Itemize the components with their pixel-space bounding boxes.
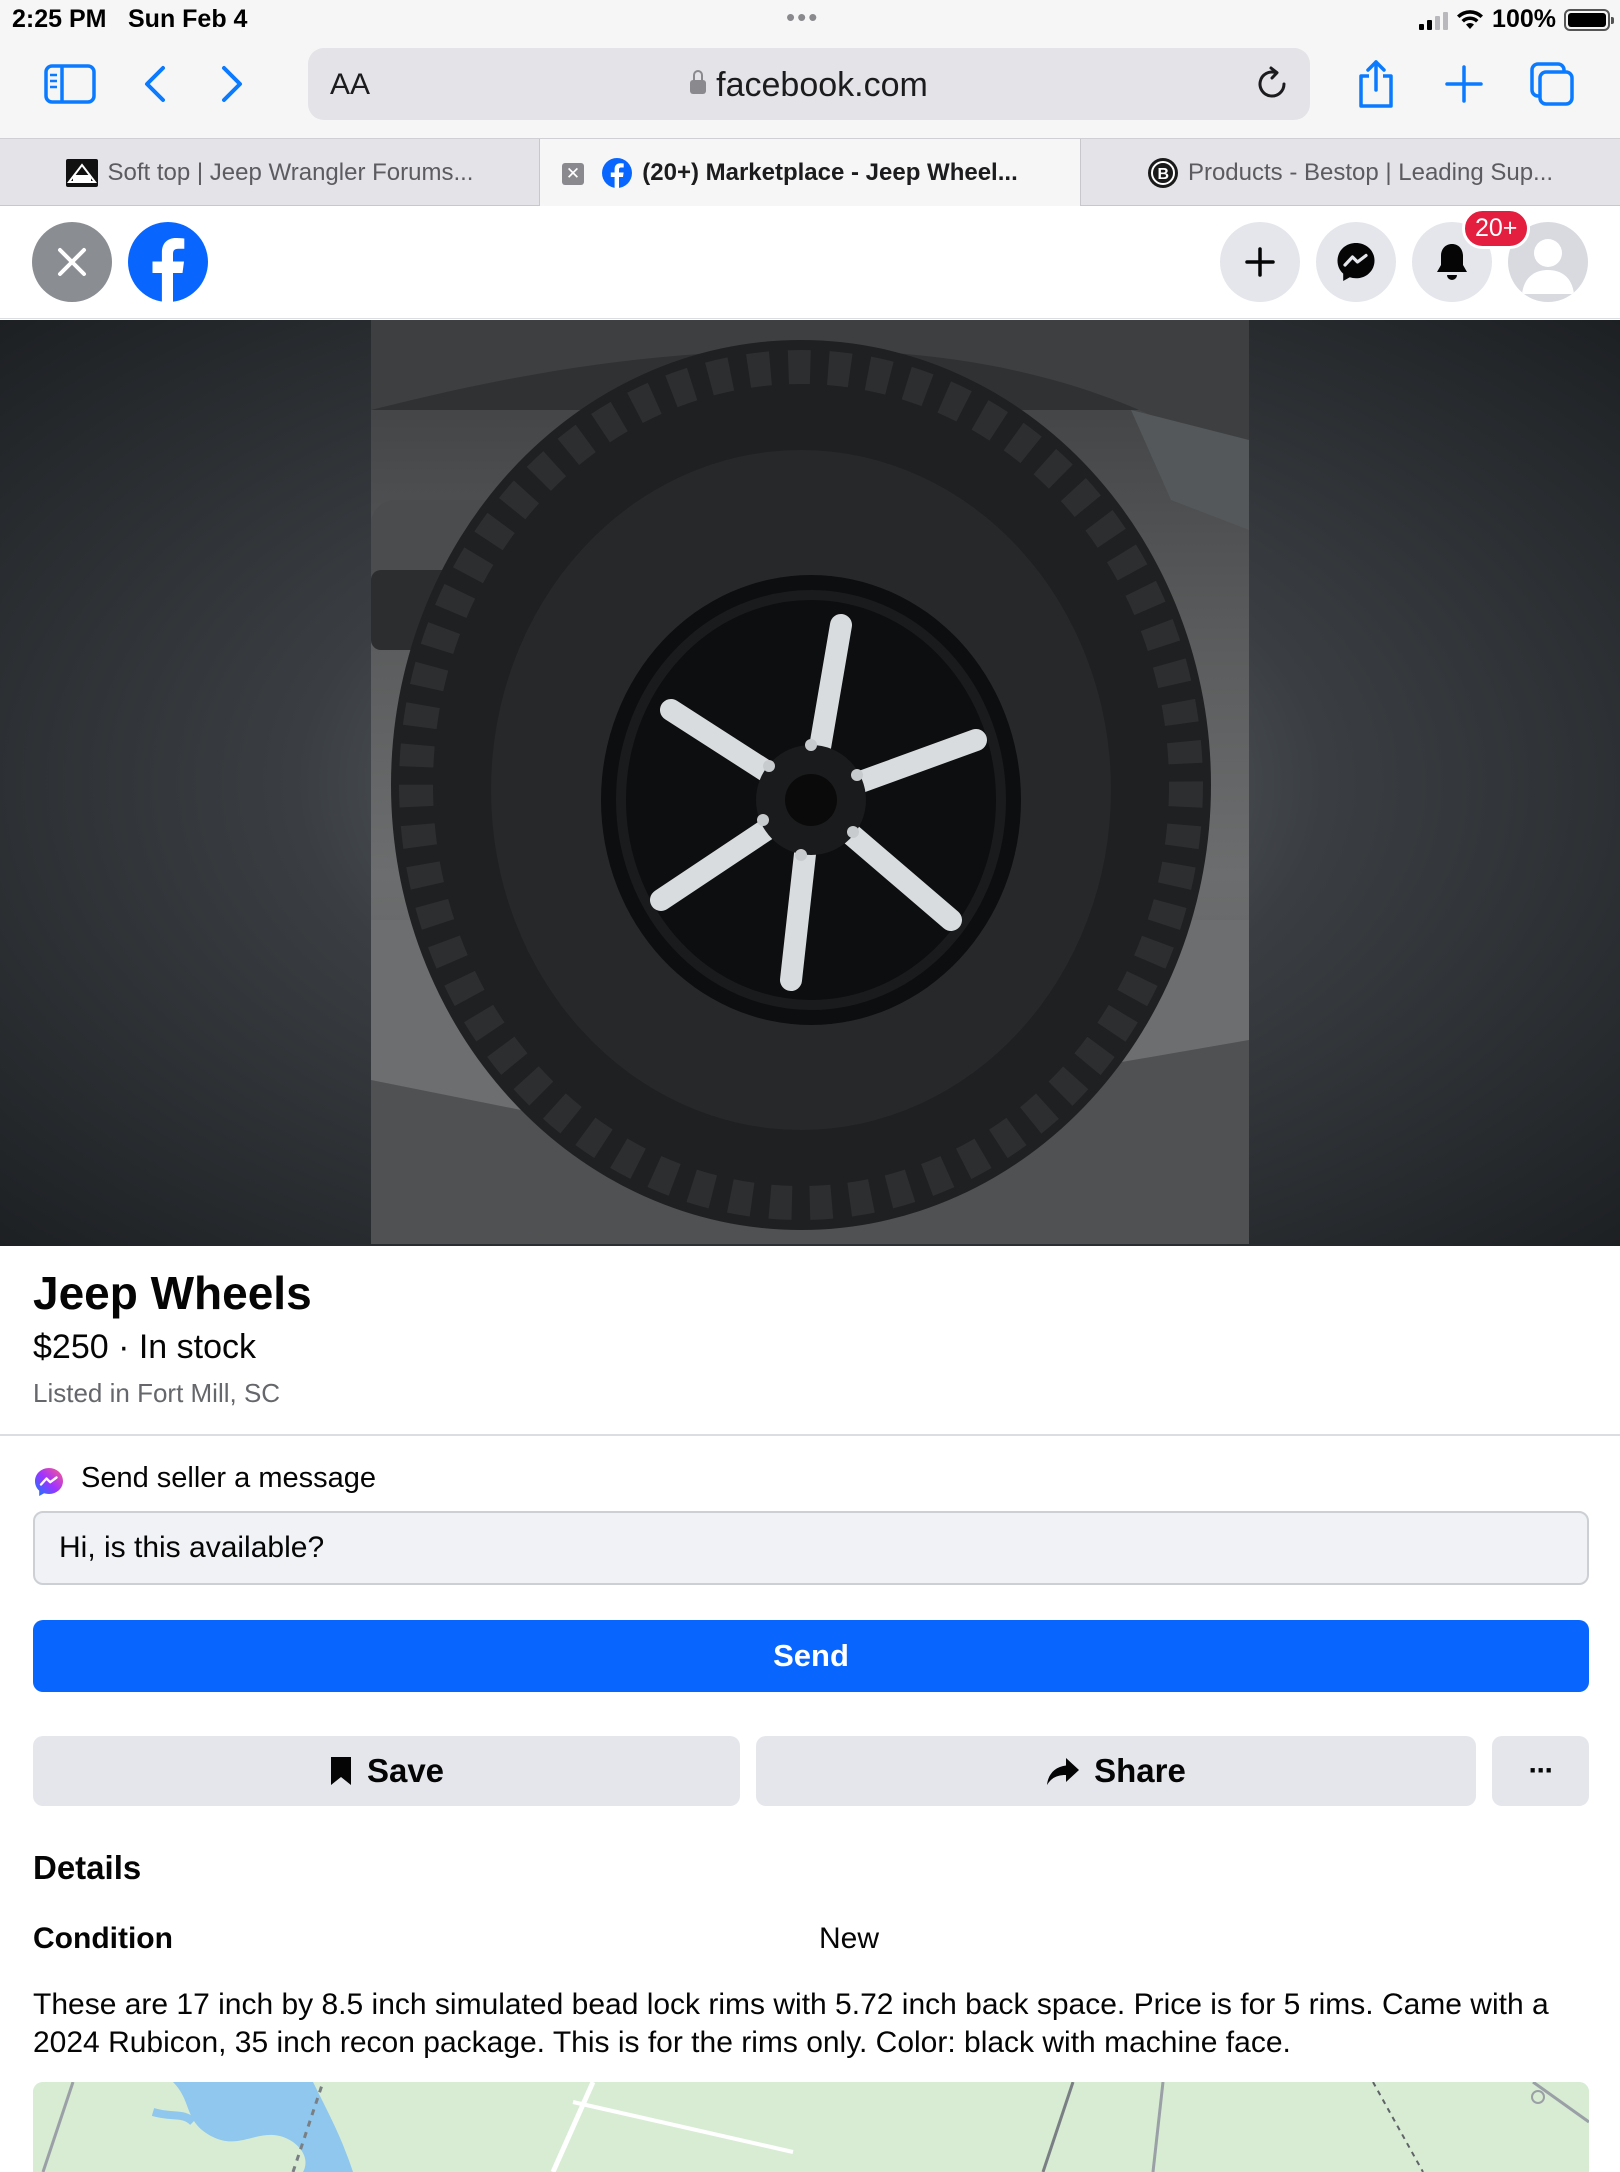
tab-jeep-forum[interactable]: Soft top | Jeep Wrangler Forums... (0, 139, 540, 206)
listing-description: These are 17 inch by 8.5 inch simulated … (33, 1988, 1549, 2059)
multitasking-dots-icon[interactable]: ••• (786, 2, 819, 33)
tab-label: Soft top | Jeep Wrangler Forums... (107, 158, 474, 186)
create-button[interactable] (1220, 222, 1300, 302)
url-text: facebook.com (716, 66, 928, 104)
save-label: Save (366, 1752, 445, 1789)
send-message-label: Send seller a message (81, 1462, 376, 1494)
share-sheet-icon[interactable] (1352, 56, 1400, 112)
listing-price-status: $250 · In stock (33, 1328, 257, 1366)
more-dots-icon: ··· (1528, 1754, 1555, 1787)
svg-text:B: B (1157, 166, 1169, 183)
tab-marketplace[interactable]: ✕ (20+) Marketplace - Jeep Wheel... (540, 139, 1080, 206)
tab-bestop[interactable]: B Products - Bestop | Leading Sup... (1080, 139, 1620, 206)
tab-label: Products - Bestop | Leading Sup... (1187, 158, 1554, 186)
map-preview (33, 2082, 1589, 2172)
status-indicators: 100% (1419, 5, 1614, 34)
share-button[interactable]: Share (756, 1736, 1476, 1806)
listing-location: Listed in Fort Mill, SC (33, 1378, 281, 1408)
sidebar-icon[interactable] (40, 60, 100, 108)
lock-icon (690, 70, 707, 94)
save-button[interactable]: Save (33, 1736, 740, 1806)
facebook-header (0, 206, 1620, 319)
forward-icon[interactable] (212, 60, 252, 108)
plus-icon (1245, 247, 1275, 277)
listing-photo-area[interactable] (0, 320, 1620, 1246)
tab-strip: Soft top | Jeep Wrangler Forums... ✕ (20… (0, 138, 1620, 206)
facebook-favicon-icon (602, 157, 633, 188)
close-listing-button[interactable] (32, 222, 112, 302)
new-tab-icon[interactable] (1440, 60, 1488, 108)
messenger-icon (1337, 243, 1375, 281)
bookmark-icon (330, 1757, 351, 1785)
notification-badge: 20+ (1462, 208, 1531, 249)
jeep-wheel-image (371, 320, 1249, 1244)
listing-title: Jeep Wheels (33, 1267, 312, 1319)
condition-value: New (819, 1922, 880, 1955)
details-heading: Details (33, 1849, 142, 1886)
close-icon (58, 248, 86, 276)
share-arrow-icon (1047, 1758, 1080, 1785)
tab-close-icon[interactable]: ✕ (562, 163, 584, 185)
back-icon[interactable] (135, 60, 175, 108)
address-bar[interactable]: AA facebook.com (308, 48, 1310, 120)
battery-icon (1564, 8, 1614, 31)
battery-percentage: 100% (1492, 5, 1556, 33)
status-time: 2:25 PM (12, 5, 107, 33)
status-bar: 2:25 PM Sun Feb 4 ••• 100% (0, 0, 1620, 40)
facebook-logo-button[interactable] (128, 222, 208, 302)
forum-favicon-icon (65, 158, 98, 187)
bell-icon (1437, 244, 1467, 280)
bestop-favicon-icon: B (1147, 157, 1178, 188)
reload-icon[interactable] (1252, 64, 1292, 104)
share-label: Share (1094, 1752, 1186, 1789)
location-map[interactable] (33, 2082, 1589, 2172)
cellular-signal-icon (1419, 10, 1449, 30)
condition-label: Condition (33, 1922, 173, 1955)
tab-label: (20+) Marketplace - Jeep Wheel... (642, 158, 1018, 186)
tabs-overview-icon[interactable] (1526, 58, 1578, 110)
url-display[interactable]: facebook.com (308, 66, 1310, 105)
browser-toolbar: AA facebook.com (0, 40, 1620, 138)
facebook-logo-icon (152, 238, 185, 302)
status-date: Sun Feb 4 (128, 5, 248, 33)
wifi-icon (1457, 9, 1484, 29)
messenger-gradient-icon (35, 1468, 63, 1496)
messenger-button[interactable] (1316, 222, 1396, 302)
listing-photo[interactable] (371, 320, 1249, 1244)
message-input[interactable] (33, 1511, 1589, 1585)
send-button[interactable]: Send (33, 1620, 1589, 1692)
more-options-button[interactable]: ··· (1492, 1736, 1589, 1806)
section-divider (0, 1434, 1620, 1436)
